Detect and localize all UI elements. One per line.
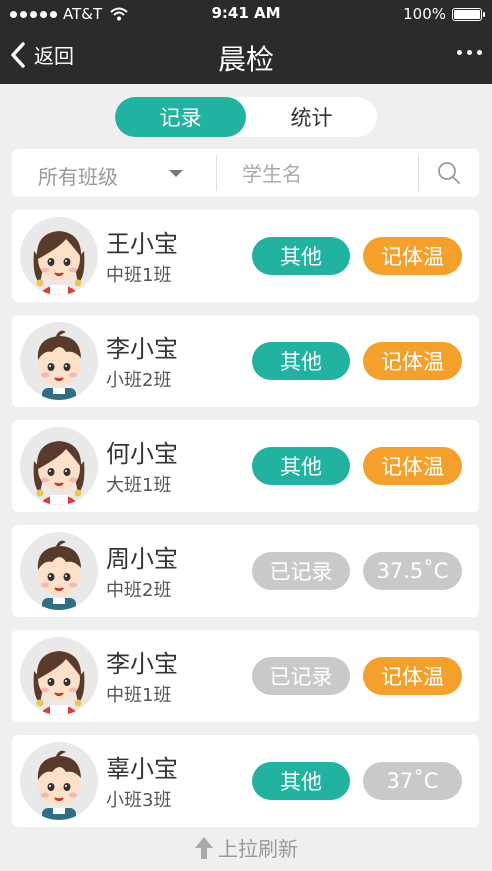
boy-avatar: [20, 742, 98, 820]
recorded-badge: 已记录: [252, 552, 350, 590]
caret-down-icon[interactable]: [169, 170, 183, 177]
student-name: 李小宝: [106, 650, 178, 678]
filter-bar: 所有班级: [12, 149, 479, 197]
girl-avatar: [20, 427, 98, 505]
nav-bar: 返回 晨检: [0, 26, 492, 84]
page-title: 晨检: [217, 43, 274, 76]
other-button[interactable]: 其他: [252, 762, 350, 800]
top-bar: AT&T 9:41 AM 100% 返回 晨检: [0, 0, 492, 84]
student-name: 王小宝: [106, 230, 178, 258]
battery-group: 100%: [403, 5, 485, 23]
student-card[interactable]: 辜小宝 小班3班 其他 37˚C: [12, 735, 479, 827]
other-button[interactable]: 其他: [252, 342, 350, 380]
student-name: 何小宝: [106, 440, 178, 468]
student-card[interactable]: 李小宝 小班2班 其他 记体温: [12, 315, 479, 407]
segmented-tabs: 记录 统计: [115, 97, 377, 137]
battery-percent: 100%: [403, 5, 446, 23]
record-temperature-button[interactable]: 记体温: [363, 447, 462, 485]
boy-avatar: [20, 322, 98, 400]
pull-to-refresh[interactable]: 上拉刷新: [0, 833, 492, 862]
record-temperature-button[interactable]: 记体温: [363, 237, 462, 275]
student-class: 小班3班: [106, 790, 172, 811]
search-icon[interactable]: [437, 161, 461, 185]
girl-avatar: [20, 217, 98, 295]
student-search-input[interactable]: [240, 159, 414, 189]
student-name: 辜小宝: [106, 755, 178, 783]
student-card[interactable]: 王小宝 中班1班 其他 记体温: [12, 210, 479, 302]
record-temperature-button[interactable]: 记体温: [363, 657, 462, 695]
student-card[interactable]: 周小宝 中班2班 已记录 37.5˚C: [12, 525, 479, 617]
other-button[interactable]: 其他: [252, 447, 350, 485]
student-class: 小班2班: [106, 370, 172, 391]
student-class: 中班1班: [106, 265, 172, 286]
girl-avatar: [20, 637, 98, 715]
recorded-badge: 已记录: [252, 657, 350, 695]
student-class: 中班2班: [106, 580, 172, 601]
divider: [418, 155, 419, 191]
student-class: 中班1班: [106, 685, 172, 706]
divider: [216, 155, 217, 191]
student-card[interactable]: 李小宝 中班1班 已记录 记体温: [12, 630, 479, 722]
student-name: 周小宝: [106, 545, 178, 573]
arrow-up-icon: [195, 836, 213, 859]
student-name: 李小宝: [106, 335, 178, 363]
class-select[interactable]: 所有班级: [38, 161, 118, 190]
record-temperature-button[interactable]: 记体温: [363, 342, 462, 380]
boy-avatar: [20, 532, 98, 610]
tab-statistics[interactable]: 统计: [246, 97, 377, 137]
temperature-value: 37˚C: [363, 762, 462, 800]
temperature-value: 37.5˚C: [363, 552, 462, 590]
other-button[interactable]: 其他: [252, 237, 350, 275]
student-class: 大班1班: [106, 475, 172, 496]
student-card[interactable]: 何小宝 大班1班 其他 记体温: [12, 420, 479, 512]
status-bar: AT&T 9:41 AM 100%: [0, 0, 492, 26]
more-icon[interactable]: [457, 50, 482, 55]
battery-icon: [452, 7, 485, 21]
pull-refresh-label: 上拉刷新: [218, 837, 298, 861]
tab-record[interactable]: 记录: [115, 97, 246, 137]
